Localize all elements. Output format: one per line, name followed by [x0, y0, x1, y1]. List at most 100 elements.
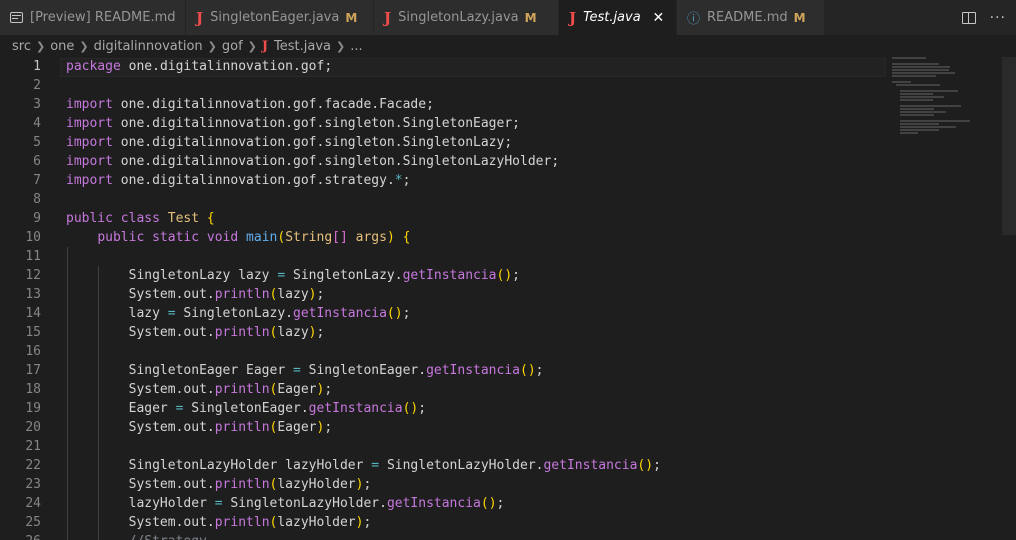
line-number: 11: [25, 249, 41, 264]
minimap-line: [892, 81, 911, 83]
minimap-line: [900, 120, 970, 122]
line-number: 22: [25, 458, 41, 473]
chevron-right-icon: ❯: [336, 39, 346, 53]
tab-singleton-lazy[interactable]: J SingletonLazy.java M: [374, 0, 559, 35]
breadcrumb-item-symbol[interactable]: ...: [350, 39, 362, 54]
line-number: 8: [33, 192, 41, 207]
code-line[interactable]: System.out.println(Eager);: [66, 380, 661, 399]
chevron-right-icon: ❯: [207, 39, 217, 53]
code-line[interactable]: lazy = SingletonLazy.getInstancia();: [66, 304, 661, 323]
line-number: 19: [25, 401, 41, 416]
line-number: 4: [33, 116, 41, 131]
line-number: 21: [25, 439, 41, 454]
minimap-line: [892, 57, 926, 59]
line-number: 7: [33, 173, 41, 188]
code-line[interactable]: SingletonLazy lazy = SingletonLazy.getIn…: [66, 266, 661, 285]
code-line[interactable]: [66, 342, 661, 361]
editor-tab-bar: [Preview] README.md J SingletonEager.jav…: [0, 0, 1016, 35]
code-line[interactable]: System.out.println(lazy);: [66, 323, 661, 342]
breadcrumb-item-gof[interactable]: gof: [222, 39, 243, 54]
tab-readme[interactable]: ⓘ README.md M: [677, 0, 825, 35]
code-line[interactable]: import one.digitalinnovation.gof.singlet…: [66, 133, 661, 152]
minimap-line: [900, 93, 933, 95]
minimap-line: [900, 99, 933, 101]
chevron-right-icon: ❯: [35, 39, 46, 53]
chevron-right-icon: ❯: [247, 39, 257, 53]
code-line[interactable]: public class Test {: [66, 209, 661, 228]
code-line[interactable]: import one.digitalinnovation.gof.strateg…: [66, 171, 661, 190]
line-number: 14: [25, 306, 41, 321]
tab-test-java[interactable]: J Test.java ✕: [559, 0, 677, 35]
line-number: 1: [33, 59, 41, 74]
tab-preview-readme[interactable]: [Preview] README.md: [0, 0, 186, 35]
close-icon[interactable]: ✕: [651, 10, 666, 26]
code-line[interactable]: [66, 190, 661, 209]
line-number: 13: [25, 287, 41, 302]
java-icon: J: [261, 38, 269, 54]
minimap-line: [900, 123, 939, 125]
preview-icon: [10, 12, 23, 23]
code-editor[interactable]: 1 2 3 4 5 6 7 8 9 10 11 12 13 14 15 16 17 18 19 20 21 22 23 24 2…: [0, 57, 1016, 540]
code-line[interactable]: Eager = SingletonEager.getInstancia();: [66, 399, 661, 418]
more-actions-icon[interactable]: ···: [990, 10, 1006, 26]
line-number: 16: [25, 344, 41, 359]
code-line[interactable]: System.out.println(lazy);: [66, 285, 661, 304]
code-line[interactable]: package one.digitalinnovation.gof;: [66, 57, 661, 76]
code-line[interactable]: //Strategy: [66, 532, 661, 540]
line-number: 20: [25, 420, 41, 435]
vertical-scrollbar[interactable]: [1002, 57, 1016, 235]
line-number: 12: [25, 268, 41, 283]
line-number: 26: [0, 532, 50, 540]
code-line[interactable]: lazyHolder = SingletonLazyHolder.getInst…: [66, 494, 661, 513]
minimap-line: [900, 114, 934, 116]
minimap-line: [900, 90, 958, 92]
split-editor-icon[interactable]: [961, 11, 976, 24]
breadcrumb-item-src[interactable]: src: [12, 39, 31, 54]
code-line[interactable]: import one.digitalinnovation.gof.singlet…: [66, 152, 661, 171]
line-number: 17: [25, 363, 41, 378]
java-icon: J: [196, 8, 204, 27]
code-line[interactable]: System.out.println(lazyHolder);: [66, 513, 661, 532]
java-icon: J: [384, 8, 392, 27]
modified-indicator: M: [524, 10, 537, 25]
code-line[interactable]: System.out.println(lazyHolder);: [66, 475, 661, 494]
line-number: 15: [25, 325, 41, 340]
java-icon: J: [569, 8, 577, 27]
tab-label: README.md: [707, 10, 788, 25]
code-line[interactable]: [66, 247, 661, 266]
line-number: 3: [33, 97, 41, 112]
code-line[interactable]: import one.digitalinnovation.gof.singlet…: [66, 114, 661, 133]
line-number: 23: [25, 477, 41, 492]
breadcrumb: src ❯ one ❯ digitalinnovation ❯ gof ❯ J …: [0, 35, 1016, 57]
code-line[interactable]: SingletonLazyHolder lazyHolder = Singlet…: [66, 456, 661, 475]
line-number: 25: [25, 515, 41, 530]
line-number: 10: [25, 230, 41, 245]
breadcrumb-item-file[interactable]: Test.java: [274, 39, 331, 54]
line-number: 24: [25, 496, 41, 511]
line-number: 2: [33, 78, 41, 93]
tab-label: [Preview] README.md: [30, 10, 176, 25]
editor-actions: ···: [961, 0, 1006, 35]
code-line[interactable]: [66, 437, 661, 456]
chevron-right-icon: ❯: [79, 39, 89, 53]
breadcrumb-item-one[interactable]: one: [50, 39, 74, 54]
code-line[interactable]: SingletonEager Eager = SingletonEager.ge…: [66, 361, 661, 380]
tab-label: Test.java: [583, 10, 641, 25]
minimap-line: [900, 96, 944, 98]
code-line[interactable]: [66, 76, 661, 95]
tab-label: SingletonEager.java: [210, 10, 340, 25]
code-line[interactable]: public static void main(String[] args) {: [66, 228, 661, 247]
minimap[interactable]: [892, 57, 1002, 157]
code-area[interactable]: package one.digitalinnovation.gof; import…: [66, 57, 661, 540]
code-line[interactable]: System.out.println(Eager);: [66, 418, 661, 437]
minimap-line: [892, 75, 936, 77]
minimap-line: [900, 132, 918, 134]
minimap-line: [900, 108, 934, 110]
line-number: 9: [33, 211, 41, 226]
code-line[interactable]: import one.digitalinnovation.gof.facade.…: [66, 95, 661, 114]
minimap-line: [900, 111, 946, 113]
line-number: 18: [25, 382, 41, 397]
tab-singleton-eager[interactable]: J SingletonEager.java M: [186, 0, 374, 35]
minimap-line: [896, 84, 940, 86]
breadcrumb-item-digitalinnovation[interactable]: digitalinnovation: [94, 39, 203, 54]
